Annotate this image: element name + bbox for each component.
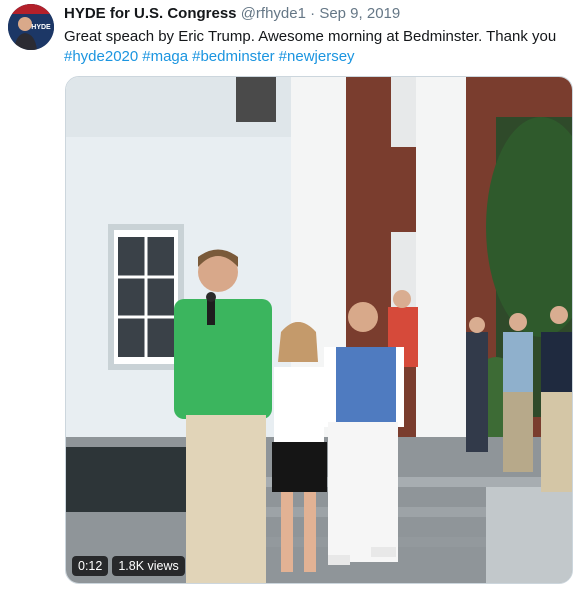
hashtag-list: #hyde2020 #maga #bedminster #newjersey	[64, 47, 574, 67]
video-views-badge: 1.8K views	[112, 556, 185, 576]
hashtag-hyde2020[interactable]: #hyde2020	[64, 48, 138, 65]
hashtag-bedminster[interactable]: #bedminster	[192, 48, 275, 65]
author-handle[interactable]: @rfhyde1	[241, 5, 306, 22]
hashtag-maga[interactable]: #maga	[142, 48, 188, 65]
tweet-text: Great speach by Eric Trump. Awesome morn…	[64, 28, 557, 45]
tweet-header: HYDE for U.S. Congress @rfhyde1 · Sep 9,…	[64, 5, 400, 23]
author-name[interactable]: HYDE for U.S. Congress	[64, 5, 237, 22]
avatar[interactable]: HYDE	[8, 4, 54, 50]
tweet-body: Great speach by Eric Trump. Awesome morn…	[64, 27, 574, 67]
video-frame	[66, 77, 572, 583]
tweet-date[interactable]: Sep 9, 2019	[319, 5, 400, 22]
hashtag-newjersey[interactable]: #newjersey	[279, 48, 355, 65]
video-badges: 0:12 1.8K views	[72, 556, 185, 576]
video-duration-badge: 0:12	[72, 556, 109, 576]
avatar-logo-text: HYDE	[31, 24, 51, 31]
video-player[interactable]	[65, 76, 573, 584]
separator-dot: ·	[310, 5, 316, 22]
